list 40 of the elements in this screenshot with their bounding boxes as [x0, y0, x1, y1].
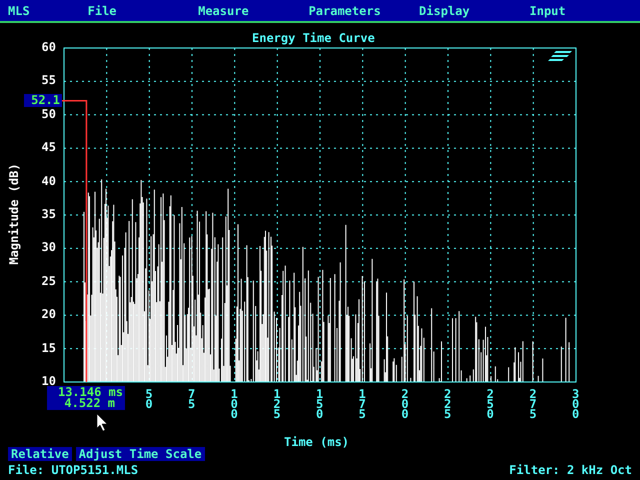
x-tick-label: 150: [316, 389, 324, 419]
chart-title: Energy Time Curve: [252, 32, 375, 44]
menu-item[interactable]: MLS: [8, 2, 88, 20]
menu-item[interactable]: Parameters: [308, 2, 420, 20]
distance-readout: 4.522 m: [64, 398, 115, 409]
y-tick-label: 45: [40, 141, 56, 154]
menu-item[interactable]: Display: [419, 2, 530, 20]
x-tick-label: 300: [572, 389, 580, 419]
file-name: File: UTOP5151.MLS: [8, 464, 138, 476]
y-tick-label: 60: [40, 41, 56, 53]
y-tick-label: 10: [40, 375, 56, 387]
y-tick-label: 40: [40, 174, 56, 187]
y-axis-label: Magnitude (dB): [8, 162, 20, 267]
y-tick-label: 55: [40, 74, 56, 86]
x-tick-label: 175: [358, 389, 366, 419]
mode-button[interactable]: Relative: [8, 447, 72, 461]
y-tick-label: 25: [40, 274, 56, 287]
x-tick-label: 75: [188, 389, 196, 409]
y-tick-label: 50: [40, 108, 56, 120]
filter-setting: Filter: 2 kHz Oct: [509, 464, 632, 476]
x-tick-label: 250: [486, 389, 494, 419]
x-tick-label: 125: [273, 389, 281, 419]
x-tick-label: 275: [529, 389, 537, 419]
level-readout: 52.1: [24, 94, 62, 107]
logo-icon: [548, 51, 572, 61]
y-tick-label: 35: [40, 208, 56, 220]
menu-item[interactable]: Input: [530, 2, 640, 20]
x-tick-label: 200: [401, 389, 409, 419]
menu-item[interactable]: Measure: [198, 2, 309, 20]
mouse-pointer-icon: [96, 414, 108, 432]
y-tick-label: 20: [40, 308, 56, 320]
y-tick-label: 15: [40, 342, 56, 354]
x-axis-label: Time (ms): [284, 436, 350, 448]
x-tick-label: 50: [145, 389, 153, 409]
y-tick-label: 30: [40, 241, 56, 254]
mode-button[interactable]: Adjust Time Scale: [76, 447, 205, 461]
x-tick-label: 225: [444, 389, 452, 419]
x-tick-label: 100: [230, 389, 238, 419]
time-readout: 13.146 ms: [56, 387, 123, 398]
menu-item[interactable]: File: [88, 2, 198, 20]
